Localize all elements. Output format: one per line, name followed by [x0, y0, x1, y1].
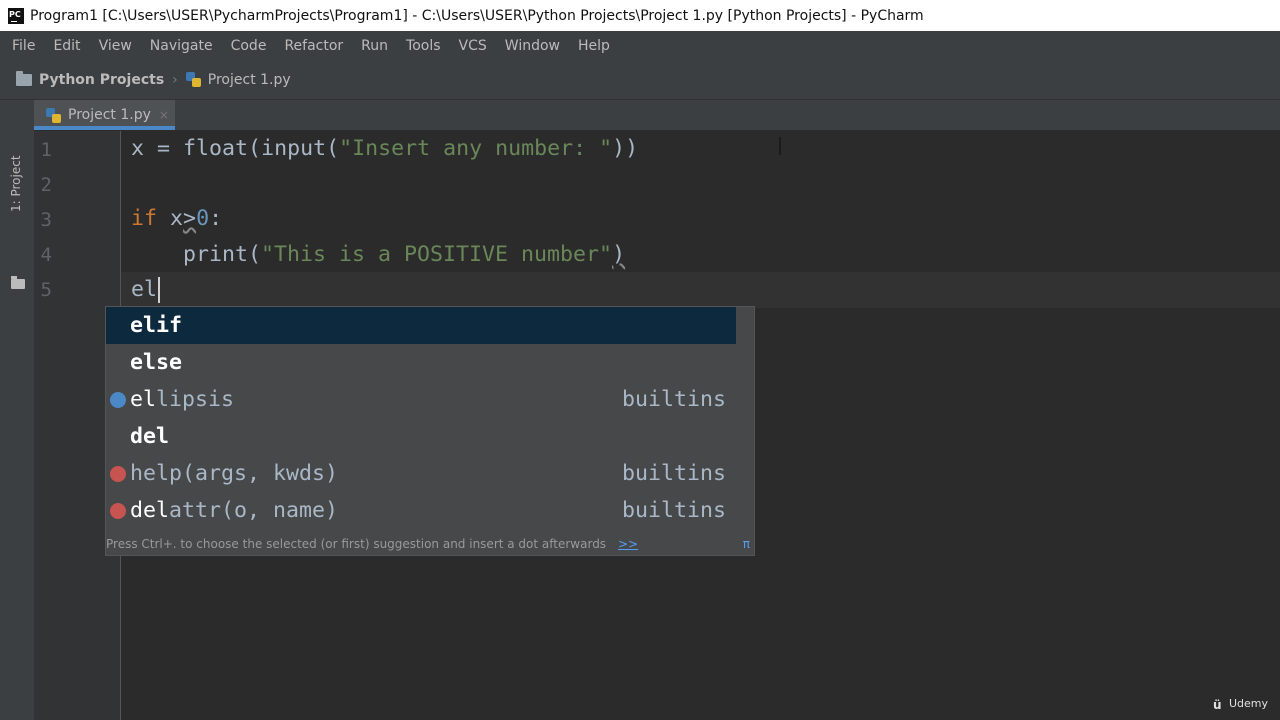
- class-icon: [110, 392, 126, 408]
- editor-tab-bar: Project 1.py ×: [34, 100, 1280, 130]
- menu-edit[interactable]: Edit: [45, 38, 88, 54]
- completion-hint: Press Ctrl+. to choose the selected (or …: [106, 533, 754, 555]
- completion-source: builtins: [621, 461, 726, 486]
- completion-item-delattr[interactable]: delattr(o, name) builtins: [106, 492, 754, 529]
- tab-label: Project 1.py: [68, 107, 151, 123]
- left-tool-strip: 1: Project: [0, 100, 35, 720]
- python-file-icon: [46, 107, 61, 123]
- function-icon: [110, 466, 126, 482]
- python-file-icon: [185, 72, 201, 87]
- code-line-1: x = float(input("Insert any number: ")): [131, 136, 639, 161]
- completion-item-else[interactable]: else: [106, 344, 754, 381]
- menu-bar: File Edit View Navigate Code Refactor Ru…: [0, 31, 1280, 60]
- line-number: 2: [40, 174, 52, 196]
- code-line-4: print("This is a POSITIVE number"): [183, 242, 626, 267]
- menu-refactor[interactable]: Refactor: [276, 38, 351, 54]
- navigation-bar: Python Projects › Project 1.py: [0, 60, 1280, 100]
- code-line-3: if x>0:: [131, 206, 223, 231]
- completion-hint-text: Press Ctrl+. to choose the selected (or …: [106, 537, 607, 551]
- code-completion-popup: elif else ellipsis builtins del help(arg…: [105, 306, 755, 556]
- menu-run[interactable]: Run: [353, 38, 396, 54]
- mouse-text-cursor-icon: [779, 137, 781, 155]
- breadcrumb-project[interactable]: Python Projects: [16, 70, 165, 88]
- completion-hint-link[interactable]: >>: [618, 533, 638, 555]
- pi-icon[interactable]: π: [743, 533, 750, 555]
- breadcrumb-file-label: Project 1.py: [207, 71, 291, 88]
- completion-item-help[interactable]: help(args, kwds) builtins: [106, 455, 754, 492]
- menu-tools[interactable]: Tools: [398, 38, 449, 54]
- folder-icon: [16, 70, 32, 86]
- watermark-label: Udemy: [1228, 697, 1268, 710]
- text-caret: [158, 277, 161, 303]
- line-number: 4: [40, 244, 52, 266]
- line-number: 5: [40, 279, 52, 301]
- function-icon: [110, 503, 126, 519]
- menu-vcs[interactable]: VCS: [451, 38, 495, 54]
- menu-code[interactable]: Code: [223, 38, 275, 54]
- project-tool-window-button[interactable]: 1: Project: [9, 155, 23, 212]
- menu-navigate[interactable]: Navigate: [142, 38, 221, 54]
- breadcrumb-file[interactable]: › Project 1.py: [164, 72, 291, 88]
- code-line-5: el: [131, 272, 161, 308]
- line-number: 3: [40, 209, 52, 231]
- udemy-logo-icon: ü: [1212, 697, 1222, 712]
- breadcrumb-project-label: Python Projects: [39, 71, 165, 88]
- project-folder-icon[interactable]: [11, 276, 25, 289]
- menu-window[interactable]: Window: [497, 38, 568, 54]
- completion-item-ellipsis[interactable]: ellipsis builtins: [106, 381, 754, 418]
- window-titlebar: Program1 [C:\Users\USER\PycharmProjects\…: [0, 0, 1280, 31]
- tab-project-1-py[interactable]: Project 1.py ×: [34, 100, 175, 130]
- menu-file[interactable]: File: [4, 38, 43, 54]
- menu-help[interactable]: Help: [570, 38, 618, 54]
- pycharm-logo-icon: [8, 7, 24, 24]
- breadcrumb-separator: ›: [172, 71, 178, 88]
- completion-source: builtins: [621, 498, 726, 523]
- completion-item-del[interactable]: del: [106, 418, 754, 455]
- window-title: Program1 [C:\Users\USER\PycharmProjects\…: [30, 7, 924, 24]
- line-number: 1: [40, 139, 52, 161]
- menu-view[interactable]: View: [91, 38, 140, 54]
- completion-item-elif[interactable]: elif: [106, 307, 736, 344]
- close-tab-icon[interactable]: ×: [159, 108, 169, 122]
- current-line-highlight: [121, 272, 1280, 308]
- udemy-watermark: ü Udemy: [1212, 697, 1268, 712]
- completion-source: builtins: [621, 387, 726, 412]
